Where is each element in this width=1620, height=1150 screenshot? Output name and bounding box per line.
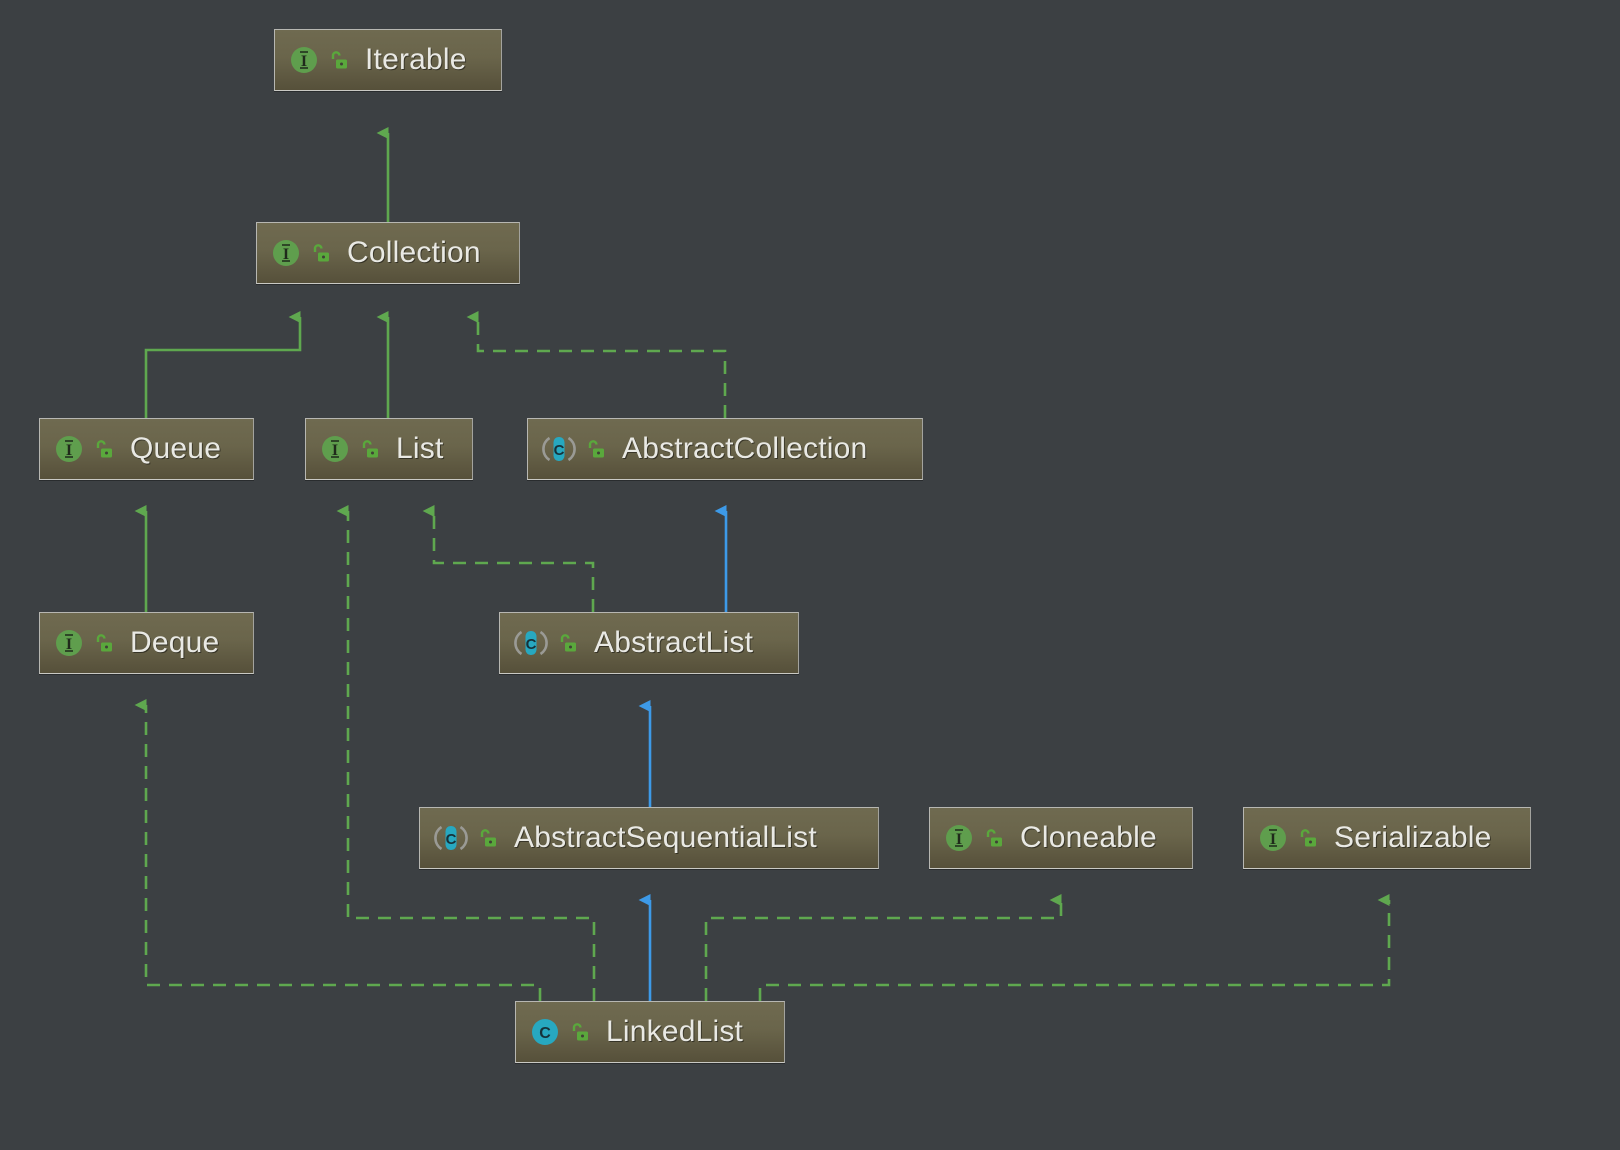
abstract-class-icon: C xyxy=(514,628,548,658)
abstract-class-icon: C xyxy=(542,434,576,464)
node-label: LinkedList xyxy=(606,1015,744,1048)
node-abstractsequentiallist[interactable]: C AbstractSequentialList xyxy=(419,807,879,869)
node-label: Deque xyxy=(130,626,220,659)
interface-icon: I xyxy=(54,628,84,658)
node-serializable[interactable]: I Serializable xyxy=(1243,807,1531,869)
node-linkedlist[interactable]: C LinkedList xyxy=(515,1001,785,1063)
node-list[interactable]: I List xyxy=(305,418,473,480)
interface-icon: I xyxy=(1258,823,1288,853)
node-abstractlist[interactable]: C AbstractList xyxy=(499,612,799,674)
class-hierarchy-diagram: I Iterable I Collection I Queue I List C… xyxy=(0,0,1620,1150)
unlocked-padlock-icon xyxy=(94,632,114,654)
node-collection[interactable]: I Collection xyxy=(256,222,520,284)
node-iterable[interactable]: I Iterable xyxy=(274,29,502,91)
class-icon: C xyxy=(530,1017,560,1047)
edge-queue-extends-collection xyxy=(144,311,302,418)
node-label: Serializable xyxy=(1334,821,1492,854)
interface-icon: I xyxy=(320,434,350,464)
node-label: AbstractList xyxy=(594,626,754,659)
edge-linkedlist-implements-list xyxy=(336,505,596,1001)
abstract-class-icon: C xyxy=(434,823,468,853)
node-label: List xyxy=(396,432,444,465)
unlocked-padlock-icon xyxy=(478,827,498,849)
unlocked-padlock-icon xyxy=(558,632,578,654)
interface-icon: I xyxy=(944,823,974,853)
node-label: AbstractCollection xyxy=(622,432,868,465)
interface-icon: I xyxy=(289,45,319,75)
svg-text:C: C xyxy=(554,442,565,459)
svg-text:C: C xyxy=(539,1025,551,1042)
edge-linkedlist-implements-serializable xyxy=(758,894,1391,1001)
node-label: Collection xyxy=(347,236,481,269)
node-queue[interactable]: I Queue xyxy=(39,418,254,480)
unlocked-padlock-icon xyxy=(984,827,1004,849)
node-label: Iterable xyxy=(365,43,467,76)
interface-icon: I xyxy=(54,434,84,464)
node-label: AbstractSequentialList xyxy=(514,821,817,854)
svg-text:C: C xyxy=(446,831,457,848)
node-label: Cloneable xyxy=(1020,821,1157,854)
node-abstractcollection[interactable]: C AbstractCollection xyxy=(527,418,923,480)
node-label: Queue xyxy=(130,432,222,465)
unlocked-padlock-icon xyxy=(94,438,114,460)
node-cloneable[interactable]: I Cloneable xyxy=(929,807,1193,869)
interface-icon: I xyxy=(271,238,301,268)
unlocked-padlock-icon xyxy=(570,1021,590,1043)
unlocked-padlock-icon xyxy=(360,438,380,460)
edge-abstractcollection-implements-collection xyxy=(466,311,727,418)
unlocked-padlock-icon xyxy=(311,242,331,264)
unlocked-padlock-icon xyxy=(586,438,606,460)
svg-text:C: C xyxy=(526,636,537,653)
edge-layer xyxy=(134,127,1391,1001)
unlocked-padlock-icon xyxy=(1298,827,1318,849)
edge-abstractlist-implements-list xyxy=(422,505,595,612)
node-deque[interactable]: I Deque xyxy=(39,612,254,674)
unlocked-padlock-icon xyxy=(329,49,349,71)
